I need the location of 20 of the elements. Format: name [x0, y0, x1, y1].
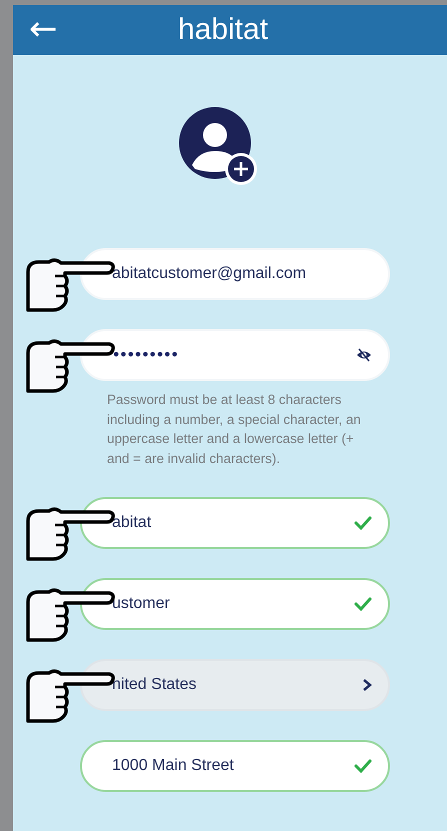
field-value: nited States [112, 676, 198, 694]
check-icon [354, 597, 372, 611]
check-icon [354, 759, 372, 773]
field-value: 1000 Main Street [112, 757, 235, 775]
input-field[interactable]: abitat [80, 497, 390, 549]
chevron-right-icon [362, 678, 372, 692]
password-dots: ••••••••• [112, 348, 179, 362]
input-field[interactable]: 1000 Main Street [80, 740, 390, 792]
input-field[interactable]: abitatcustomer@gmail.com [80, 248, 390, 300]
check-icon [354, 516, 372, 530]
field-value: ustomer [112, 595, 171, 613]
back-button[interactable]: ← [25, 9, 62, 49]
app-logo-text: habitat [178, 13, 268, 47]
field-value: abitat [112, 514, 152, 532]
password-hint: Password must be at least 8 characters including a number, a special character, an uppercase letter and a lowercase letter (+ and = are invalid characters). [107, 391, 362, 468]
eye-off-icon[interactable] [356, 348, 372, 362]
password-field[interactable]: ••••••••• [80, 329, 390, 381]
input-field[interactable]: ustomer [80, 578, 390, 630]
country-select[interactable]: nited States [80, 659, 390, 711]
field-value: abitatcustomer@gmail.com [112, 265, 308, 283]
